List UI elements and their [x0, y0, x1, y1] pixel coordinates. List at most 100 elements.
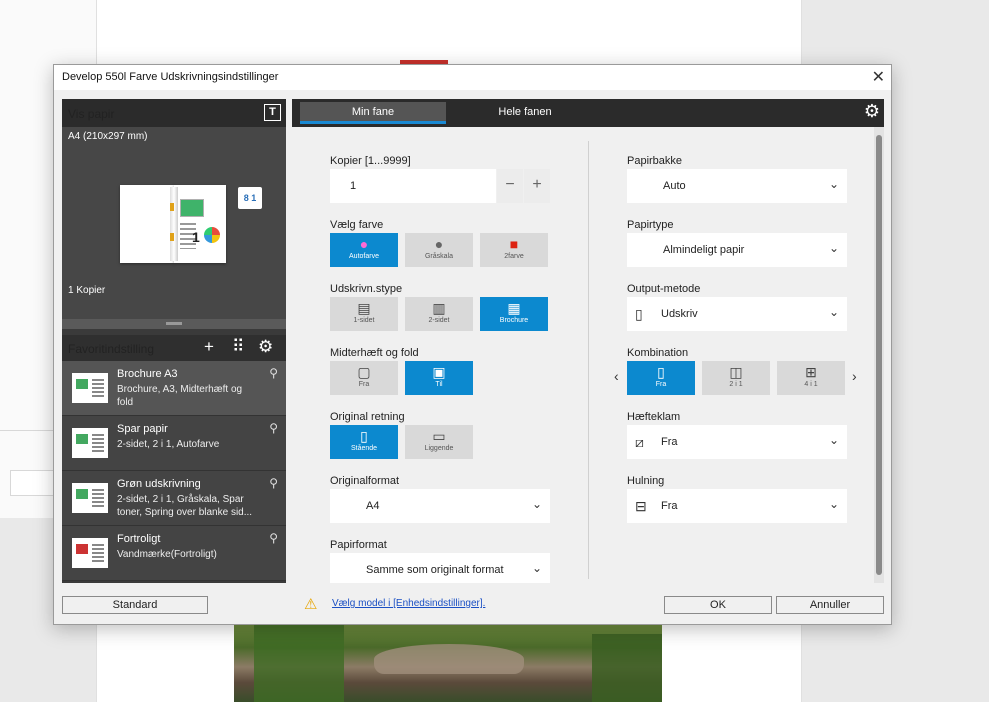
- tab-min-fane[interactable]: Min fane: [300, 102, 446, 124]
- column-divider: [588, 141, 589, 579]
- splitter-grip-icon: [166, 322, 182, 325]
- color-wheel-icon: ●: [359, 236, 369, 252]
- paper-type-select[interactable]: Almindeligt papir ⌄: [627, 233, 847, 267]
- staple-label: Hæfteklam: [627, 411, 681, 423]
- warning-icon: ⚠: [304, 596, 318, 613]
- scrollbar-thumb[interactable]: [876, 135, 882, 575]
- orientation-landscape-button[interactable]: ▭ Liggende: [405, 425, 473, 459]
- paper-tray-value: Auto: [663, 180, 686, 192]
- favorite-name: Brochure A3: [117, 368, 178, 380]
- favorite-description: 2-sidet, 2 i 1, Autofarve: [117, 439, 220, 450]
- select-model-link[interactable]: Vælg model i [Enhedsindstillinger].: [332, 598, 485, 609]
- staple-select[interactable]: ⧄ Fra ⌄: [627, 425, 847, 459]
- combination-off-button[interactable]: ▯ Fra: [627, 361, 695, 395]
- chevron-down-icon: ⌄: [531, 497, 542, 511]
- ok-button[interactable]: OK: [664, 596, 772, 614]
- add-icon[interactable]: +: [204, 337, 214, 357]
- hole-punch-icon: ⊟: [635, 498, 647, 514]
- favorite-thumbnail: [72, 538, 108, 568]
- tabs-gear-icon[interactable]: ⚙: [864, 101, 880, 122]
- text-view-icon[interactable]: T: [264, 104, 281, 121]
- two-in-one-icon: ◫: [729, 364, 743, 380]
- paper-preview: A4 (210x297 mm) 1 8 1 1 Kopier: [62, 127, 286, 319]
- fold-on-icon: ▣: [432, 364, 446, 380]
- two-sided-icon: ▥: [432, 300, 446, 316]
- orientation-label: Original retning: [330, 411, 405, 423]
- output-method-value: Udskriv: [661, 308, 698, 320]
- content-scrollbar[interactable]: [874, 127, 884, 583]
- paper-type-value: Almindeligt papir: [663, 244, 745, 256]
- punch-select[interactable]: ⊟ Fra ⌄: [627, 489, 847, 523]
- favorite-name: Spar papir: [117, 423, 168, 435]
- pin-icon[interactable]: ⚲: [269, 366, 278, 380]
- combination-prev-arrow-icon[interactable]: ‹: [614, 368, 619, 384]
- title-bar: Develop 550l Farve Udskrivningsindstilli…: [54, 65, 891, 90]
- print-settings-dialog: Develop 550l Farve Udskrivningsindstilli…: [53, 64, 892, 625]
- pin-icon[interactable]: ⚲: [269, 421, 278, 435]
- close-icon[interactable]: ✕: [872, 67, 885, 87]
- orientation-portrait-button[interactable]: ▯ Stående: [330, 425, 398, 459]
- color-label: Vælg farve: [330, 219, 384, 231]
- paper-format-select[interactable]: Samme som originalt format ⌄: [330, 553, 550, 583]
- favorite-item[interactable]: Grøn udskrivning 2-sidet, 2 i 1, Gråskal…: [62, 471, 286, 526]
- original-format-value: A4: [366, 500, 380, 512]
- pie-chart-icon: [204, 227, 220, 243]
- panel-splitter[interactable]: [62, 319, 286, 329]
- copies-minus-button[interactable]: −: [497, 169, 523, 203]
- favorites-list: Brochure A3 Brochure, A3, Midterhæft og …: [62, 361, 286, 583]
- chevron-down-icon: ⌄: [828, 305, 839, 319]
- grayscale-icon: ●: [434, 236, 444, 252]
- favorites-label: Favoritindstilling: [68, 342, 155, 356]
- print-brochure-button[interactable]: ▦ Brochure: [480, 297, 548, 331]
- combination-2in1-button[interactable]: ◫ 2 i 1: [702, 361, 770, 395]
- background-photo: [234, 624, 662, 702]
- fold-on-button[interactable]: ▣ Til: [405, 361, 473, 395]
- output-method-label: Output-metode: [627, 283, 701, 295]
- fold-off-button[interactable]: ▢ Fra: [330, 361, 398, 395]
- brochure-preview-image: 1: [120, 185, 226, 263]
- chevron-down-icon: ⌄: [828, 433, 839, 447]
- punch-label: Hulning: [627, 475, 665, 487]
- color-auto-button[interactable]: ● Autofarve: [330, 233, 398, 267]
- favorite-thumbnail: [72, 483, 108, 513]
- cancel-button[interactable]: Annuller: [776, 596, 884, 614]
- fold-off-icon: ▢: [357, 364, 371, 380]
- paper-format-label: Papirformat: [330, 539, 387, 551]
- print-2-sided-button[interactable]: ▥ 2-sidet: [405, 297, 473, 331]
- staple-icon: [170, 203, 174, 211]
- paper-size-label: A4 (210x297 mm): [68, 131, 148, 142]
- favorite-item[interactable]: Fortroligt Vandmærke(Fortroligt) ⚲: [62, 526, 286, 581]
- favorite-item[interactable]: Brochure A3 Brochure, A3, Midterhæft og …: [62, 361, 286, 416]
- copies-plus-button[interactable]: +: [524, 169, 550, 203]
- dialog-title: Develop 550l Farve Udskrivningsindstilli…: [62, 71, 279, 83]
- favorites-gear-icon[interactable]: ⚙: [258, 337, 273, 357]
- combination-next-arrow-icon[interactable]: ›: [852, 368, 857, 384]
- grid-icon[interactable]: ⠿: [232, 337, 244, 357]
- punch-value: Fra: [661, 500, 678, 512]
- copies-value: 1: [350, 180, 357, 192]
- paper-tray-label: Papirbakke: [627, 155, 683, 167]
- favorite-thumbnail: [72, 428, 108, 458]
- landscape-icon: ▭: [432, 428, 446, 444]
- favorite-item[interactable]: Spar papir 2-sidet, 2 i 1, Autofarve ⚲: [62, 416, 286, 471]
- favorite-description: Vandmærke(Fortroligt): [117, 549, 217, 560]
- tab-hele-fanen[interactable]: Hele fanen: [452, 102, 598, 124]
- paper-tray-select[interactable]: Auto ⌄: [627, 169, 847, 203]
- print-1-sided-button[interactable]: ▤ 1-sidet: [330, 297, 398, 331]
- pin-icon[interactable]: ⚲: [269, 531, 278, 545]
- staple-value: Fra: [661, 436, 678, 448]
- combination-4in1-button[interactable]: ⊞ 4 i 1: [777, 361, 845, 395]
- output-method-select[interactable]: ▯ Udskriv ⌄: [627, 297, 847, 331]
- settings-content: Kopier [1...9999] 1 − + Vælg farve ● Auto…: [292, 127, 884, 583]
- pin-icon[interactable]: ⚲: [269, 476, 278, 490]
- paper-type-label: Papirtype: [627, 219, 674, 231]
- color-two-color-button[interactable]: ■ 2farve: [480, 233, 548, 267]
- two-color-icon: ■: [509, 236, 519, 252]
- original-format-select[interactable]: A4 ⌄: [330, 489, 550, 523]
- favorite-description: 2-sidet, 2 i 1, Gråskala, Spar toner, Sp…: [117, 494, 253, 518]
- copies-input[interactable]: 1: [330, 169, 496, 203]
- standard-button[interactable]: Standard: [62, 596, 208, 614]
- favorite-name: Grøn udskrivning: [117, 478, 201, 490]
- tab-bar: Min fane Hele fanen ⚙: [292, 99, 884, 127]
- color-grayscale-button[interactable]: ● Gråskala: [405, 233, 473, 267]
